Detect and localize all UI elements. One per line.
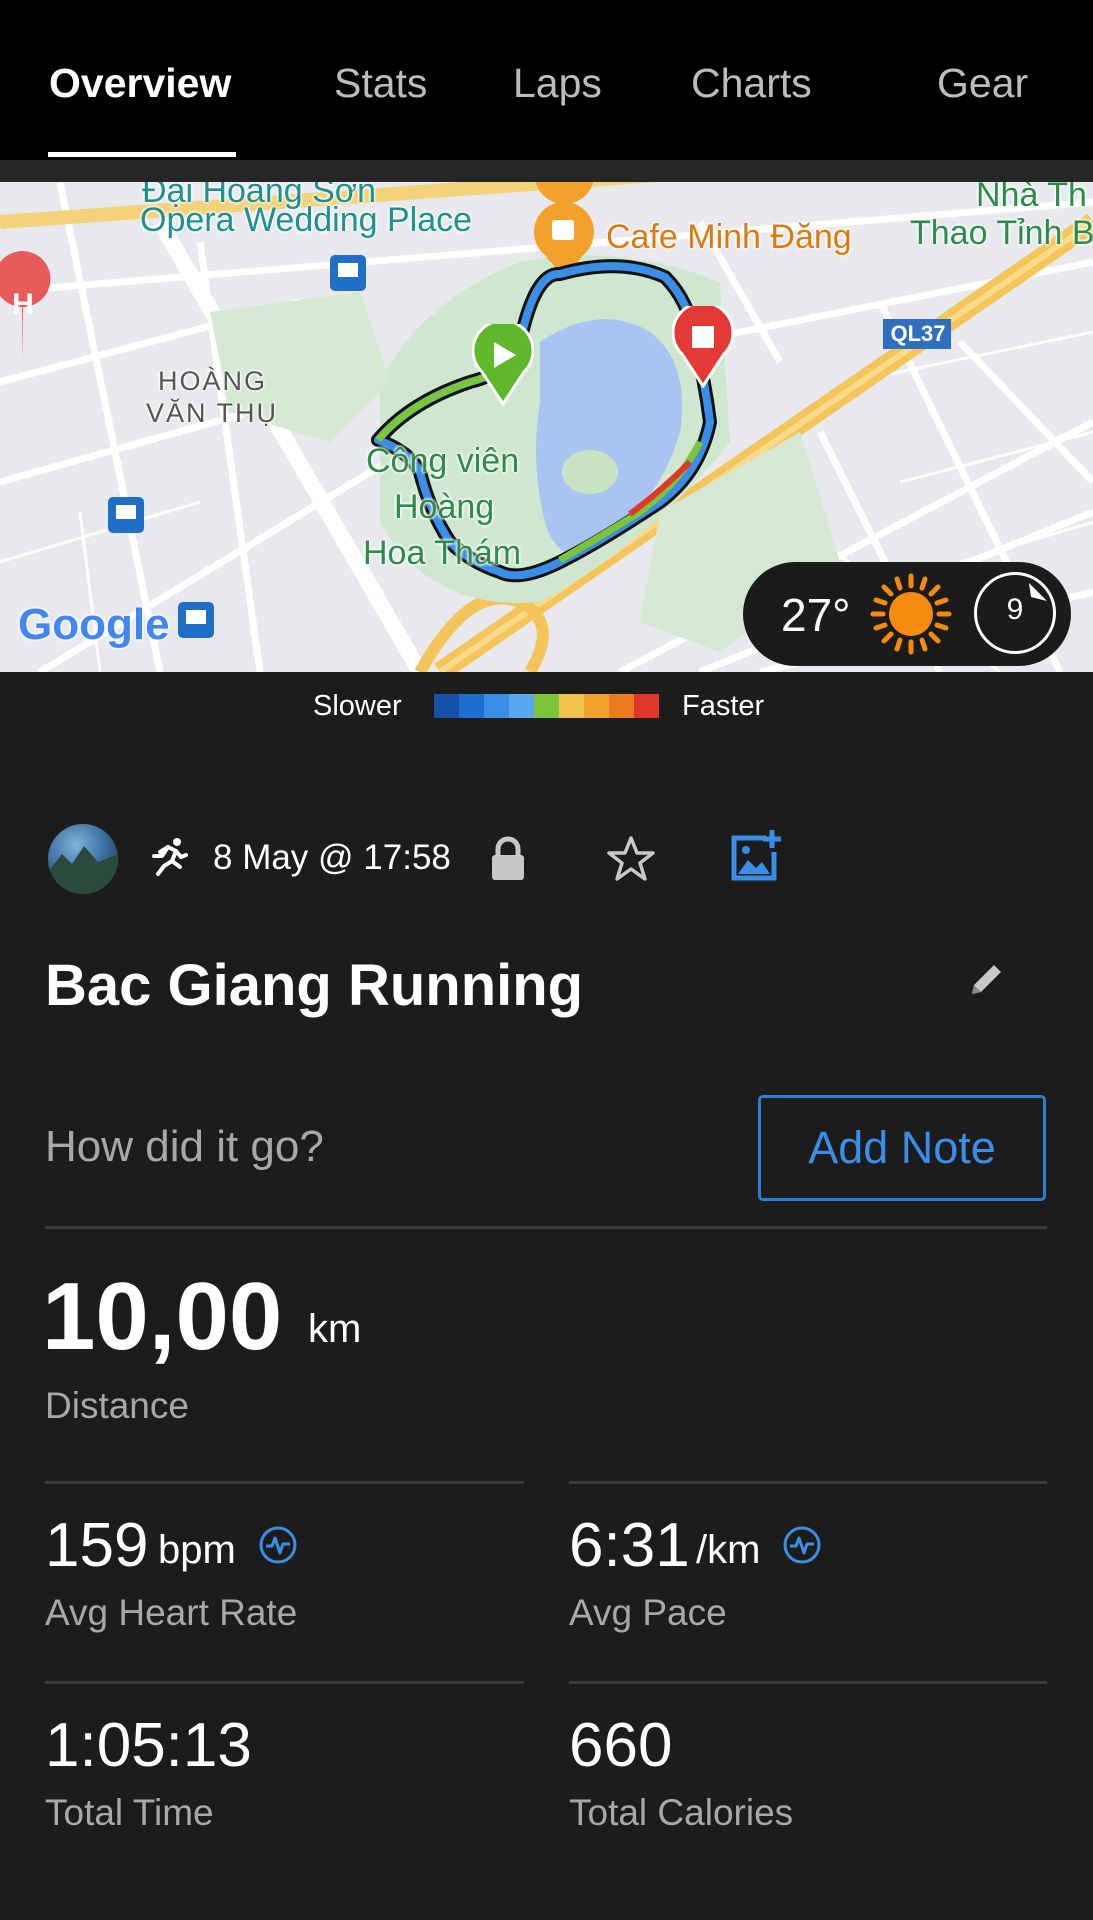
edit-pencil-icon[interactable] (966, 960, 1006, 1000)
pace-color-scale (434, 694, 659, 718)
legend-swatch (609, 694, 634, 718)
heart-rate-value: 159 (45, 1511, 149, 1580)
map-label-park-3: Hoa Thám (363, 534, 522, 572)
pace-label: Avg Pace (569, 1592, 727, 1633)
map-label-nha: Nhà Th (976, 182, 1087, 214)
activity-meta-row: 8 May @ 17:58 (0, 820, 1093, 900)
legend-swatch (509, 694, 534, 718)
wind-speed: 9 (1006, 593, 1024, 626)
start-flag-icon[interactable] (472, 324, 534, 406)
heart-rate-unit: bpm (158, 1528, 236, 1572)
add-photo-icon[interactable] (730, 828, 782, 884)
legend-faster: Faster (682, 690, 765, 722)
tab-bar: Overview Stats Laps Charts Gear (0, 0, 1093, 160)
total-time-label: Total Time (45, 1792, 214, 1833)
total-calories-value: 660 (569, 1711, 673, 1780)
total-calories-label: Total Calories (569, 1792, 794, 1833)
legend-swatch (484, 694, 509, 718)
distance-label: Distance (45, 1385, 189, 1426)
sun-icon (869, 572, 953, 656)
legend-slower: Slower (313, 690, 402, 722)
tab-laps[interactable]: Laps (513, 60, 602, 107)
header-divider (0, 160, 1093, 182)
route-map[interactable]: H Đại Hoàng Sơn Opera Wedding Place Cafe… (0, 182, 1093, 672)
bus-stop-icon (330, 255, 366, 291)
activity-title: Bac Giang Running (45, 953, 584, 1018)
map-label-cafe: Cafe Minh Đăng (606, 218, 852, 256)
legend-swatch (634, 694, 659, 718)
star-icon[interactable] (606, 834, 656, 884)
divider (569, 1681, 1047, 1684)
legend-swatch (459, 694, 484, 718)
map-label-district-1: HOÀNG (158, 366, 268, 396)
distance-unit: km (308, 1307, 362, 1351)
tab-gear[interactable]: Gear (937, 60, 1028, 107)
activity-date: 8 May @ 17:58 (213, 838, 451, 877)
divider (45, 1481, 524, 1484)
hospital-icon[interactable]: H (6, 288, 40, 322)
map-label-thao: Thao Tỉnh B (910, 214, 1093, 252)
legend-swatch (434, 694, 459, 718)
google-logo: Google (18, 600, 170, 649)
distance-value: 10,00 (42, 1263, 283, 1370)
map-label-district-2: VĂN THỤ (146, 398, 279, 428)
add-note-button[interactable]: Add Note (758, 1095, 1046, 1201)
map-label-park-2: Hoàng (394, 488, 495, 526)
heart-rate-sensor-icon (258, 1525, 298, 1565)
active-tab-indicator (48, 152, 236, 157)
pace-unit: /km (696, 1528, 761, 1572)
heart-rate-label: Avg Heart Rate (45, 1592, 298, 1633)
map-label-opera: Opera Wedding Place (140, 201, 473, 239)
map-label-park-1: Công viên (366, 442, 520, 480)
divider (45, 1681, 524, 1684)
total-time-value: 1:05:13 (45, 1711, 252, 1780)
tab-charts[interactable]: Charts (691, 60, 812, 107)
cafe-icon[interactable] (534, 202, 594, 262)
weather-temperature: 27° (781, 589, 851, 641)
legend-swatch (534, 694, 559, 718)
weather-badge: 27° 9 (743, 562, 1071, 666)
note-prompt[interactable]: How did it go? (45, 1122, 324, 1172)
pace-sensor-icon (782, 1525, 822, 1565)
road-badge-ql37: QL37 (890, 321, 946, 346)
legend-swatch (559, 694, 584, 718)
tab-stats[interactable]: Stats (334, 60, 427, 107)
tab-overview[interactable]: Overview (49, 60, 231, 107)
divider (45, 1226, 1047, 1229)
divider (569, 1481, 1047, 1484)
lock-icon[interactable] (490, 836, 526, 882)
legend-swatch (584, 694, 609, 718)
wind-indicator: 9 (974, 572, 1056, 654)
pace-value: 6:31 (569, 1511, 690, 1580)
avatar[interactable] (48, 824, 118, 894)
running-icon (148, 836, 190, 878)
stop-flag-icon[interactable] (672, 306, 734, 388)
